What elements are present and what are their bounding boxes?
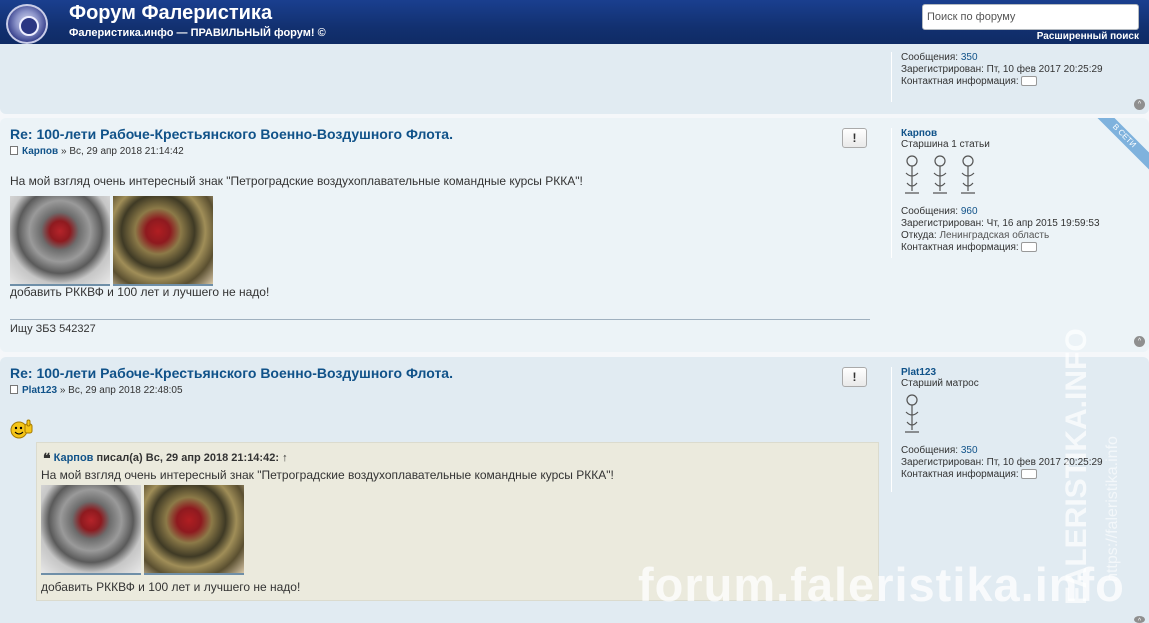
rank-medal-icon — [905, 155, 919, 194]
post-profile: Сообщения: 350 Зарегистрирован: Пт, 10 ф… — [891, 52, 1149, 102]
contact-icon[interactable] — [1020, 76, 1037, 86]
online-ribbon: В СЕТИ — [1093, 118, 1149, 174]
profile-messages-link[interactable]: 960 — [961, 206, 978, 217]
quote-author-link[interactable]: Карпов — [54, 452, 94, 464]
back-to-top-icon[interactable]: ^ — [1134, 336, 1145, 347]
back-to-top-icon[interactable]: ^ — [1134, 99, 1145, 110]
profile-messages-link[interactable]: 350 — [961, 445, 978, 456]
rank-medal-icon — [961, 155, 975, 194]
post-author-link[interactable]: Plat123 — [22, 385, 57, 396]
back-to-top-icon[interactable]: ^ — [1134, 616, 1145, 623]
profile-username-link[interactable]: Plat123 — [901, 367, 1149, 378]
post-karpov: Re: 100-лети Рабоче-Крестьянского Военно… — [0, 118, 1149, 352]
post-author-line: Plat123 » Вс, 29 апр 2018 22:48:05 — [10, 385, 870, 396]
quote-jump-link[interactable]: ↑ — [282, 452, 288, 464]
signature-divider — [10, 319, 870, 320]
profile-messages-link[interactable]: 350 — [961, 52, 978, 63]
post-body: Re: 100-лети Рабоче-Крестьянского Военно… — [10, 126, 870, 335]
watermark-vertical: FALERISTIKA.INFO — [1060, 328, 1093, 605]
site-description: Фалеристика.инфо — ПРАВИЛЬНЫЙ форум! © — [69, 27, 326, 39]
post-text: добавить РККВФ и 100 лет и лучшего не на… — [10, 285, 270, 299]
quote-text: На мой взгляд очень интересный знак "Пет… — [41, 468, 614, 482]
post-author-link[interactable]: Карпов — [22, 146, 58, 157]
quote-mark-icon: ❝ — [43, 450, 51, 466]
quote-header: ❝ Карпов писал(а) Вс, 29 апр 2018 21:14:… — [43, 450, 288, 466]
quote-image-1[interactable] — [41, 485, 141, 575]
quote-text: добавить РККВФ и 100 лет и лучшего не на… — [41, 580, 301, 594]
post-signature: Ищу ЗБЗ 542327 — [10, 323, 96, 335]
report-button[interactable]: ! — [842, 367, 867, 387]
attachment-image-2[interactable] — [113, 196, 213, 286]
rank-medal-icon — [933, 155, 947, 194]
attachment-image-1[interactable] — [10, 196, 110, 286]
site-logo-icon[interactable] — [6, 4, 48, 44]
post-title-link[interactable]: Re: 100-лети Рабоче-Крестьянского Военно… — [10, 126, 870, 142]
thumbs-up-smiley-icon — [10, 419, 33, 439]
quote-image-2[interactable] — [144, 485, 244, 575]
post-text: На мой взгляд очень интересный знак "Пет… — [10, 174, 583, 188]
post-previous: Сообщения: 350 Зарегистрирован: Пт, 10 ф… — [0, 44, 1149, 114]
search-input[interactable] — [922, 4, 1139, 30]
profile-rank: Старший матрос — [901, 378, 979, 389]
post-body: Re: 100-лети Рабоче-Крестьянского Военно… — [10, 365, 870, 439]
contact-icon[interactable] — [1020, 469, 1037, 479]
rank-medal-icon — [905, 394, 919, 433]
report-button[interactable]: ! — [842, 128, 867, 148]
site-title[interactable]: Форум Фалеристика — [69, 2, 272, 25]
contact-icon[interactable] — [1020, 242, 1037, 252]
post-title-link[interactable]: Re: 100-лети Рабоче-Крестьянского Военно… — [10, 365, 870, 381]
advanced-search-link[interactable]: Расширенный поиск — [1037, 31, 1139, 42]
post-author-line: Карпов » Вс, 29 апр 2018 21:14:42 — [10, 146, 870, 157]
post-icon[interactable] — [10, 146, 18, 155]
post-icon[interactable] — [10, 385, 18, 394]
site-header: Форум Фалеристика Фалеристика.инфо — ПРА… — [0, 0, 1149, 47]
